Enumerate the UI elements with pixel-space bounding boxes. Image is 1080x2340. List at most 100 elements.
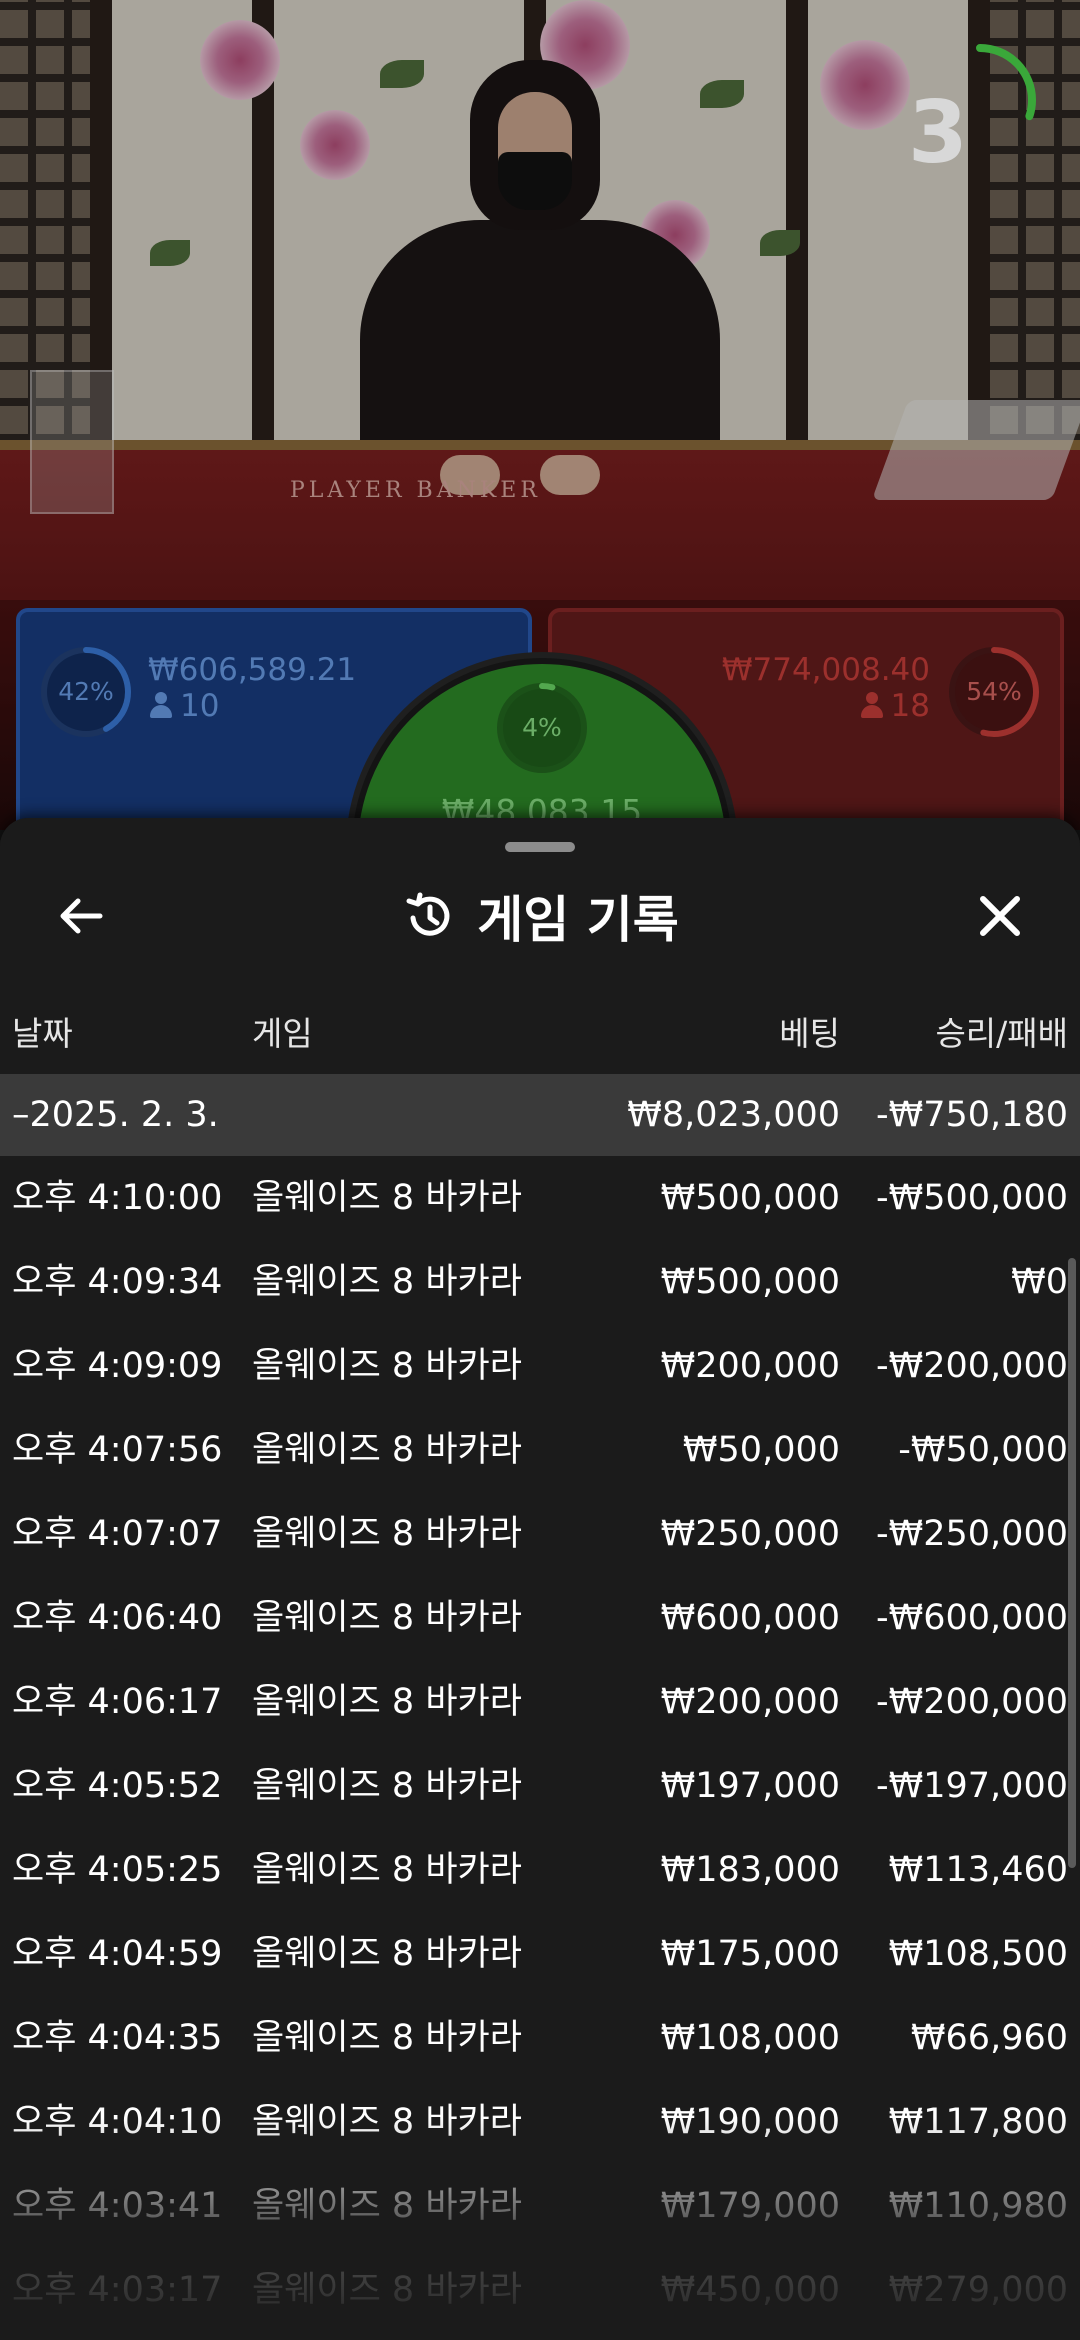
row-game: 올웨이즈 8 바카라 bbox=[252, 1514, 522, 1554]
countdown-timer: 3 bbox=[908, 83, 968, 183]
row-bet: ₩108,000 bbox=[660, 2018, 840, 2058]
history-list: 오후 4:10:00 올웨이즈 8 바카라 ₩500,000 -₩500,000 오후 … bbox=[0, 1156, 1080, 2332]
row-game: 올웨이즈 8 바카라 bbox=[252, 2018, 522, 2058]
row-time: 오후 4:03:17 bbox=[12, 2270, 223, 2310]
history-icon bbox=[406, 892, 450, 936]
row-result: -₩500,000 bbox=[876, 1178, 1068, 1218]
row-result: ₩113,460 bbox=[888, 1850, 1068, 1890]
sheet-header: 게임 기록 bbox=[0, 876, 1080, 956]
row-time: 오후 4:05:25 bbox=[12, 1850, 223, 1890]
banker-total-amount: ₩774,008.40 bbox=[721, 652, 930, 688]
date-group-result-total: -₩750,180 bbox=[876, 1095, 1068, 1135]
row-bet: ₩183,000 bbox=[660, 1850, 840, 1890]
row-result: -₩250,000 bbox=[876, 1514, 1068, 1554]
table-row[interactable]: 오후 4:05:25 올웨이즈 8 바카라 ₩183,000 ₩113,460 bbox=[0, 1828, 1080, 1912]
row-result: ₩66,960 bbox=[910, 2018, 1068, 2058]
arrow-left-icon bbox=[60, 898, 103, 934]
table-row[interactable]: 오후 4:10:00 올웨이즈 8 바카라 ₩500,000 -₩500,000 bbox=[0, 1156, 1080, 1240]
row-time: 오후 4:04:35 bbox=[12, 2018, 223, 2058]
sheet-title: 게임 기록 bbox=[477, 891, 679, 949]
row-game: 올웨이즈 8 바카라 bbox=[252, 2102, 522, 2142]
row-time: 오후 4:04:59 bbox=[12, 1934, 223, 1974]
row-time: 오후 4:10:00 bbox=[12, 1178, 223, 1218]
row-game: 올웨이즈 8 바카라 bbox=[252, 1346, 522, 1386]
banker-percent: 54% bbox=[966, 677, 1022, 706]
row-result: -₩197,000 bbox=[876, 1766, 1068, 1806]
row-bet: ₩50,000 bbox=[682, 1430, 840, 1470]
banker-count-value: 18 bbox=[890, 688, 930, 724]
row-game: 올웨이즈 8 바카라 bbox=[252, 1766, 522, 1806]
player-count-value: 10 bbox=[180, 688, 220, 724]
row-bet: ₩250,000 bbox=[660, 1514, 840, 1554]
row-result: -₩600,000 bbox=[876, 1598, 1068, 1638]
table-row[interactable]: 오후 4:04:59 올웨이즈 8 바카라 ₩175,000 ₩108,500 bbox=[0, 1912, 1080, 1996]
row-bet: ₩200,000 bbox=[660, 1682, 840, 1722]
row-game: 올웨이즈 8 바카라 bbox=[252, 1682, 522, 1722]
row-time: 오후 4:07:07 bbox=[12, 1514, 223, 1554]
player-count: 10 bbox=[150, 688, 219, 724]
table-row[interactable]: 오후 4:09:34 올웨이즈 8 바카라 ₩500,000 ₩0 bbox=[0, 1240, 1080, 1324]
row-game: 올웨이즈 8 바카라 bbox=[252, 2270, 522, 2310]
back-button[interactable] bbox=[40, 876, 120, 956]
row-bet: ₩500,000 bbox=[660, 1262, 840, 1302]
row-time: 오후 4:07:56 bbox=[12, 1430, 223, 1470]
row-game: 올웨이즈 8 바카라 bbox=[252, 1262, 522, 1302]
row-game: 올웨이즈 8 바카라 bbox=[252, 1598, 522, 1638]
row-bet: ₩175,000 bbox=[660, 1934, 840, 1974]
row-result: -₩200,000 bbox=[876, 1682, 1068, 1722]
row-result: ₩110,980 bbox=[888, 2186, 1068, 2226]
table-row[interactable]: 오후 4:07:56 올웨이즈 8 바카라 ₩50,000 -₩50,000 bbox=[0, 1408, 1080, 1492]
close-icon bbox=[980, 896, 1020, 936]
table-row[interactable]: 오후 4:03:41 올웨이즈 8 바카라 ₩179,000 ₩110,980 bbox=[0, 2164, 1080, 2248]
table-row[interactable]: 오후 4:04:10 올웨이즈 8 바카라 ₩190,000 ₩117,800 bbox=[0, 2080, 1080, 2164]
player-percent: 42% bbox=[58, 677, 114, 706]
row-result: ₩0 bbox=[1011, 1262, 1068, 1302]
row-game: 올웨이즈 8 바카라 bbox=[252, 2186, 522, 2226]
row-result: ₩108,500 bbox=[888, 1934, 1068, 1974]
table-row[interactable]: 오후 4:03:17 올웨이즈 8 바카라 ₩450,000 ₩279,000 bbox=[0, 2248, 1080, 2332]
column-header-date[interactable]: 날짜 bbox=[12, 1006, 73, 1062]
row-result: -₩200,000 bbox=[876, 1346, 1068, 1386]
row-game: 올웨이즈 8 바카라 bbox=[252, 1178, 522, 1218]
row-time: 오후 4:05:52 bbox=[12, 1766, 223, 1806]
date-group-date: –2025. 2. 3. bbox=[12, 1095, 219, 1135]
table-row[interactable]: 오후 4:06:17 올웨이즈 8 바카라 ₩200,000 -₩200,000 bbox=[0, 1660, 1080, 1744]
row-time: 오후 4:04:10 bbox=[12, 2102, 223, 2142]
column-header-game[interactable]: 게임 bbox=[252, 1006, 313, 1062]
person-icon bbox=[860, 692, 883, 718]
row-result: -₩50,000 bbox=[898, 1430, 1068, 1470]
banker-count: 18 bbox=[860, 688, 930, 724]
table-row[interactable]: 오후 4:07:07 올웨이즈 8 바카라 ₩250,000 -₩250,000 bbox=[0, 1492, 1080, 1576]
column-header-bet[interactable]: 베팅 bbox=[779, 1006, 840, 1062]
date-group-bet-total: ₩8,023,000 bbox=[627, 1095, 840, 1135]
table-header: 날짜 게임 베팅 승리/패배 bbox=[0, 1006, 1080, 1062]
row-game: 올웨이즈 8 바카라 bbox=[252, 1430, 522, 1470]
scrollbar[interactable] bbox=[1068, 1258, 1076, 1868]
table-row[interactable]: 오후 4:09:09 올웨이즈 8 바카라 ₩200,000 -₩200,000 bbox=[0, 1324, 1080, 1408]
row-game: 올웨이즈 8 바카라 bbox=[252, 1934, 522, 1974]
row-result: ₩279,000 bbox=[888, 2270, 1068, 2310]
row-time: 오후 4:09:34 bbox=[12, 1262, 223, 1302]
table-row[interactable]: 오후 4:06:40 올웨이즈 8 바카라 ₩600,000 -₩600,000 bbox=[0, 1576, 1080, 1660]
player-total-amount: ₩606,589.21 bbox=[148, 652, 357, 688]
close-button[interactable] bbox=[960, 876, 1040, 956]
row-game: 올웨이즈 8 바카라 bbox=[252, 1850, 522, 1890]
sheet-drag-handle[interactable] bbox=[505, 842, 575, 852]
row-time: 오후 4:06:40 bbox=[12, 1598, 223, 1638]
row-bet: ₩600,000 bbox=[660, 1598, 840, 1638]
tie-percent: 4% bbox=[522, 713, 562, 742]
row-bet: ₩500,000 bbox=[660, 1178, 840, 1218]
person-icon bbox=[150, 692, 172, 718]
table-row[interactable]: 오후 4:04:35 올웨이즈 8 바카라 ₩108,000 ₩66,960 bbox=[0, 1996, 1080, 2080]
column-header-result[interactable]: 승리/패배 bbox=[935, 1006, 1068, 1062]
table-row[interactable]: 오후 4:05:52 올웨이즈 8 바카라 ₩197,000 -₩197,000 bbox=[0, 1744, 1080, 1828]
row-bet: ₩450,000 bbox=[660, 2270, 840, 2310]
date-group-row[interactable]: –2025. 2. 3. ₩8,023,000 -₩750,180 bbox=[0, 1074, 1080, 1156]
row-time: 오후 4:03:41 bbox=[12, 2186, 223, 2226]
row-bet: ₩179,000 bbox=[660, 2186, 840, 2226]
row-bet: ₩190,000 bbox=[660, 2102, 840, 2142]
row-bet: ₩200,000 bbox=[660, 1346, 840, 1386]
game-history-sheet: 게임 기록 날짜 게임 베팅 승리/패배 –2025. 2. 3. ₩8,023… bbox=[0, 818, 1080, 2340]
row-bet: ₩197,000 bbox=[660, 1766, 840, 1806]
row-time: 오후 4:09:09 bbox=[12, 1346, 223, 1386]
